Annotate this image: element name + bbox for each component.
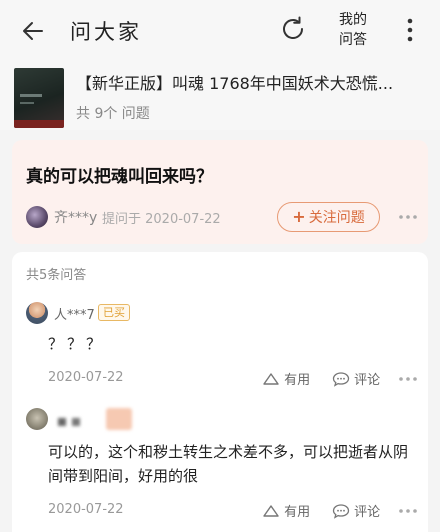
comment-button[interactable]: 评论: [332, 369, 380, 388]
my-questions-line1: 我的: [339, 12, 367, 28]
asked-date: 提问于 2020-07-22: [102, 212, 221, 227]
masked-badge: [106, 408, 132, 430]
answers-count: 共5条问答: [26, 268, 87, 283]
header-bar: 问大家 我的 问答: [0, 0, 440, 60]
refresh-icon[interactable]: [278, 14, 308, 44]
answerer-avatar: [26, 302, 48, 324]
answer-text: ？？？: [48, 335, 106, 353]
answer-date: 2020-07-22: [48, 502, 124, 517]
more-horizontal-icon[interactable]: [398, 212, 418, 222]
more-horizontal-icon[interactable]: [398, 374, 418, 384]
triangle-up-icon: [263, 505, 279, 517]
speech-bubble-icon: [332, 504, 350, 519]
masked-username: [58, 418, 66, 426]
answer-text: 可以的，这个和秽土转生之术差不多，可以把逝者从阴间带到阳间，好用的很: [48, 443, 409, 485]
more-vertical-icon[interactable]: [402, 16, 418, 44]
answer-date: 2020-07-22: [48, 370, 124, 385]
bought-badge: 已买: [98, 304, 130, 321]
speech-bubble-icon: [332, 372, 350, 387]
comment-button[interactable]: 评论: [332, 501, 380, 520]
useful-label: 有用: [284, 505, 311, 520]
page-title: 问大家: [70, 20, 142, 44]
plus-icon: +: [292, 207, 306, 226]
more-horizontal-icon[interactable]: [398, 506, 418, 516]
asker-avatar: [26, 206, 48, 228]
follow-question-label: 关注问题: [308, 210, 365, 226]
comment-label: 评论: [354, 373, 381, 388]
triangle-up-icon: [263, 373, 279, 385]
answerer-avatar: [26, 408, 48, 430]
back-arrow-icon[interactable]: [18, 16, 48, 46]
masked-username: [72, 418, 80, 426]
follow-question-button[interactable]: + 关注问题: [277, 202, 380, 232]
answerer-name: 人***7: [54, 308, 95, 323]
useful-label: 有用: [284, 373, 311, 388]
my-questions-button[interactable]: 我的 问答: [333, 10, 373, 50]
useful-button[interactable]: 有用: [262, 501, 310, 520]
question-title: 真的可以把魂叫回来吗？: [26, 167, 213, 187]
asker-name: 齐***y: [54, 210, 98, 226]
book-title: 【新华正版】叫魂 1768年中国妖术大恐慌...: [76, 74, 394, 93]
book-cover-image: [14, 68, 64, 128]
answers-card: 共5条问答 人***7 已买 ？？？ 2020-07-22 有用 评论 可以的，…: [12, 252, 428, 532]
book-question-count: 共 9个 问题: [76, 106, 150, 122]
comment-label: 评论: [354, 505, 381, 520]
my-questions-line2: 问答: [339, 32, 367, 48]
useful-button[interactable]: 有用: [262, 369, 310, 388]
book-row[interactable]: 【新华正版】叫魂 1768年中国妖术大恐慌... 共 9个 问题: [0, 60, 440, 130]
question-card: 真的可以把魂叫回来吗？ 齐***y 提问于 2020-07-22 + 关注问题: [12, 140, 428, 244]
